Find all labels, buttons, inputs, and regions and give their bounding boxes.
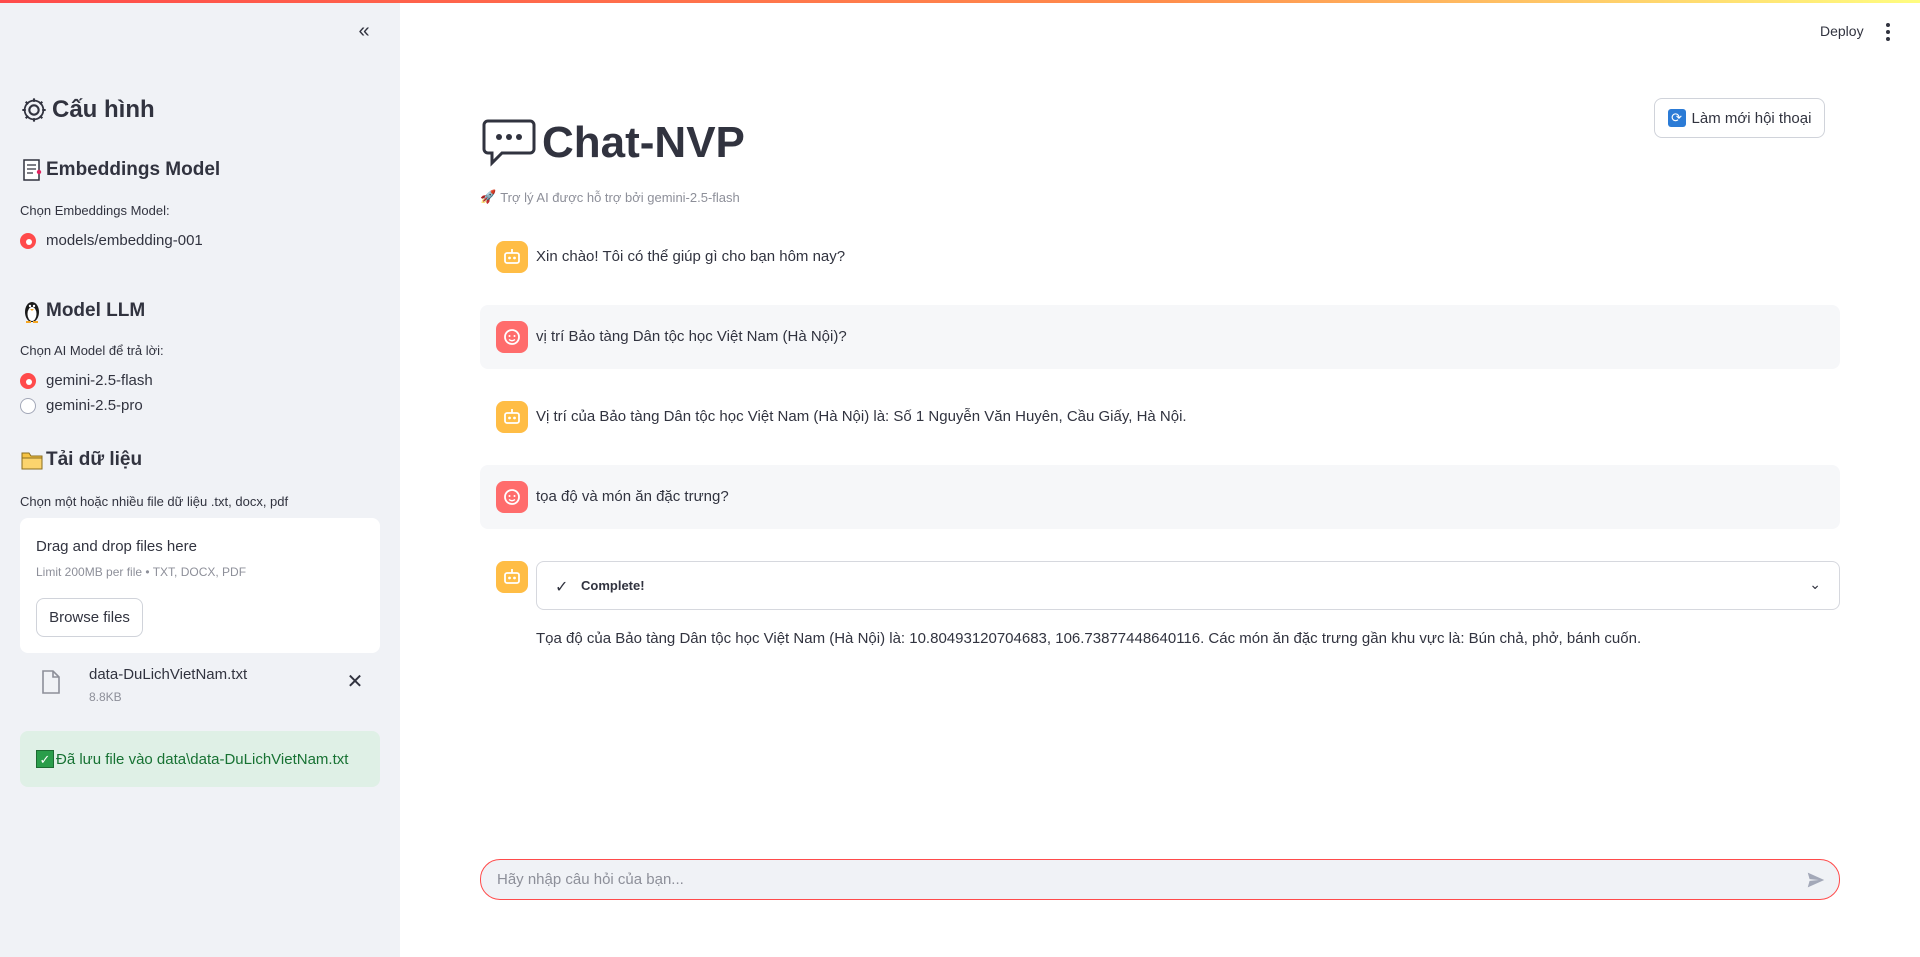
message-text: vị trí Bảo tàng Dân tộc học Việt Nam (Hà… [536,328,847,345]
bot-avatar-icon [496,561,528,593]
llm-heading-text: Model LLM [46,300,146,321]
document-icon [23,159,42,181]
chevron-down-icon: ⌄ [1809,576,1821,592]
success-alert: ✓ Đã lưu file vào data\data-DuLichVietNa… [20,731,380,787]
message-text: Vị trí của Bảo tàng Dân tộc học Việt Nam… [536,408,1187,425]
user-avatar-icon [496,321,528,353]
rocket-icon: 🚀 [480,189,497,204]
embeddings-heading: Embeddings Model [20,158,220,182]
bot-avatar-icon [496,401,528,433]
browse-files-button[interactable]: Browse files [36,598,143,637]
upload-heading-text: Tải dữ liệu [46,449,143,470]
uploaded-file-item: data-DuLichVietNam.txt 8.8KB ✕ [20,660,380,710]
upload-heading: Tải dữ liệu [20,449,142,471]
llm-heading: Model LLM [20,298,145,324]
refresh-conversation-button[interactable]: ⟳ Làm mới hội thoại [1654,98,1825,138]
send-icon[interactable] [1805,869,1827,891]
upload-label: Chọn một hoặc nhiều file dữ liệu .txt, d… [20,494,289,509]
chat-input[interactable] [497,860,1777,899]
llm-label: Chọn AI Model để trả lời: [20,343,164,358]
dropzone-limit: Limit 200MB per file • TXT, DOCX, PDF [36,565,247,579]
message-text: tọa độ và món ăn đặc trưng? [536,488,729,505]
remove-file-icon[interactable]: ✕ [344,672,366,694]
radio-selected-icon [20,232,36,249]
config-heading: Cấu hình [20,96,155,124]
status-label: Complete! [581,578,645,593]
user-avatar-icon [496,481,528,513]
answer-text: Tọa độ của Bảo tàng Dân tộc học Việt Nam… [536,630,1642,647]
file-dropzone[interactable]: Drag and drop files here Limit 200MB per… [20,518,380,653]
subtitle-text: Trợ lý AI được hỗ trợ bởi gemini-2.5-fla… [500,189,740,205]
chat-message-assistant: Xin chào! Tôi có thể giúp gì cho bạn hôm… [480,225,1840,289]
subtitle: 🚀 Trợ lý AI được hỗ trợ bởi gemini-2.5-f… [480,189,740,205]
gear-icon [22,98,46,122]
refresh-label: Làm mới hội thoại [1691,109,1812,127]
radio-gemini-flash[interactable]: gemini-2.5-flash [20,372,153,389]
message-text: Xin chào! Tôi có thể giúp gì cho bạn hôm… [536,248,846,265]
radio-label: gemini-2.5-flash [46,372,153,389]
penguin-icon [25,302,39,323]
embeddings-heading-text: Embeddings Model [46,159,221,180]
collapse-sidebar-icon[interactable]: « [352,20,376,44]
check-icon: ✓ [555,579,569,596]
title-text: Chat-NVP [542,118,745,167]
deploy-button[interactable]: Deploy [1820,23,1864,39]
checkmark-icon: ✓ [36,750,54,768]
chat-input-container [480,859,1840,900]
file-icon [42,670,60,694]
config-title: Cấu hình [52,96,155,123]
chat-message-assistant: Vị trí của Bảo tàng Dân tộc học Việt Nam… [480,385,1840,449]
chat-message-user: vị trí Bảo tàng Dân tộc học Việt Nam (Hà… [480,305,1840,369]
file-size: 8.8KB [89,690,122,704]
chat-message-user: tọa độ và món ăn đặc trưng? [480,465,1840,529]
dropzone-title: Drag and drop files here [36,538,197,555]
main-menu-icon[interactable] [1878,22,1898,42]
bot-avatar-icon [496,241,528,273]
embeddings-label: Chọn Embeddings Model: [20,203,170,218]
top-decoration-bar [0,0,1920,3]
status-expander[interactable]: ✓ Complete! ⌄ [536,561,1840,610]
radio-embedding-001[interactable]: models/embedding-001 [20,232,203,249]
radio-selected-icon [20,372,36,389]
speech-bubble-icon [482,119,536,167]
radio-label: models/embedding-001 [46,232,203,249]
page-title: Chat-NVP [482,118,745,168]
sidebar: « Cấu hình Embeddings Model Chọn Embeddi… [0,0,400,957]
success-message: Đã lưu file vào data\data-DuLichVietNam.… [56,750,349,768]
radio-unselected-icon [20,397,36,414]
folder-icon [21,452,43,470]
refresh-icon: ⟳ [1667,109,1686,127]
radio-label: gemini-2.5-pro [46,397,143,414]
radio-gemini-pro[interactable]: gemini-2.5-pro [20,397,143,414]
file-name: data-DuLichVietNam.txt [89,666,248,683]
